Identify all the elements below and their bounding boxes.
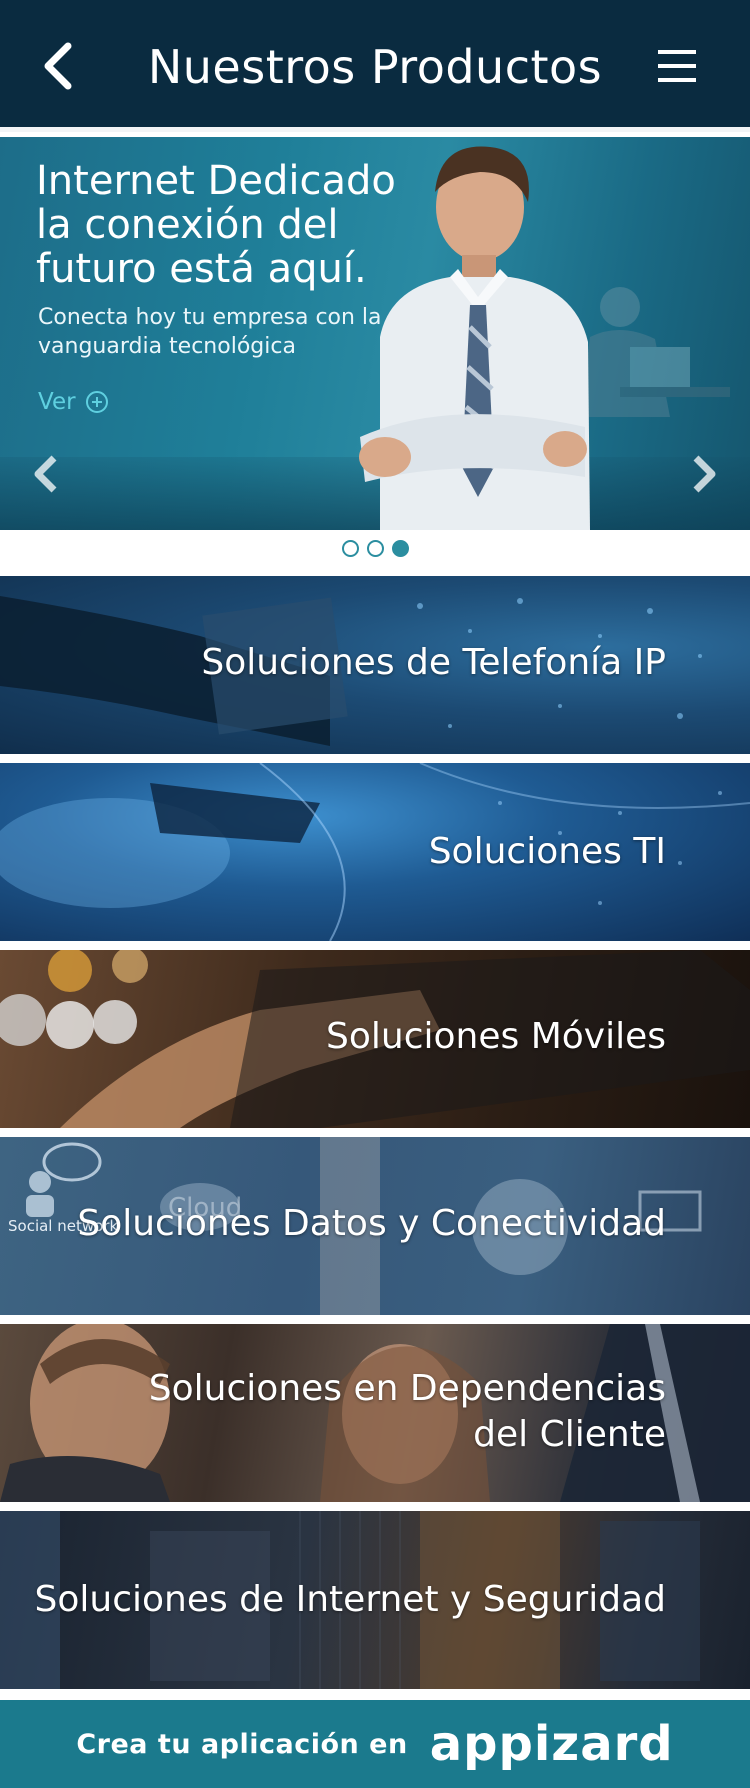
menu-button[interactable] <box>652 44 702 88</box>
appizard-logo: appizard <box>429 1716 674 1772</box>
carousel-pagination <box>0 540 750 562</box>
category-label-line1: Soluciones en Dependencias <box>148 1368 666 1409</box>
category-label: Soluciones Móviles <box>326 1016 666 1057</box>
hero-headline-line3: futuro está aquí. <box>36 246 367 292</box>
hero-subtitle-line1: Conecta hoy tu empresa con la <box>38 305 382 330</box>
hero-headline: Internet Dedicado la conexión del futuro… <box>36 159 416 291</box>
category-label-line2: del Cliente <box>473 1414 666 1455</box>
hero-headline-line1: Internet Dedicado <box>36 158 396 204</box>
hero-headline-line2: la conexión del <box>36 202 339 248</box>
appizard-promo-banner[interactable]: Crea tu aplicación en appizard <box>0 1700 750 1788</box>
category-tile-moviles[interactable]: Soluciones Móviles <box>0 950 750 1128</box>
hero-subtitle: Conecta hoy tu empresa con la vanguardia… <box>38 303 398 361</box>
carousel-prev-button[interactable] <box>28 452 64 496</box>
carousel-next-button[interactable] <box>686 452 722 496</box>
app-header: Nuestros Productos <box>0 0 750 132</box>
page-title: Nuestros Productos <box>147 40 603 94</box>
category-label: Soluciones Datos y Conectividad <box>77 1203 666 1244</box>
category-label: Soluciones de Internet y Seguridad <box>34 1579 667 1620</box>
hero-subtitle-line2: vanguardia tecnológica <box>38 334 296 359</box>
carousel-dot-1[interactable] <box>341 540 359 557</box>
chevron-left-icon <box>44 42 72 90</box>
back-button[interactable] <box>38 38 88 94</box>
hamburger-menu-icon <box>658 50 696 82</box>
hero-ver-label: Ver <box>38 389 76 415</box>
chevron-right-icon <box>693 455 716 493</box>
category-label: Soluciones TI <box>428 831 666 872</box>
carousel-dot-3[interactable] <box>391 540 409 557</box>
category-tile-internet-seguridad[interactable]: Soluciones de Internet y Seguridad <box>0 1511 750 1689</box>
hero-ver-link[interactable]: Ver <box>38 389 108 415</box>
chevron-left-icon <box>34 455 57 493</box>
promo-text: Crea tu aplicación en <box>76 1728 408 1760</box>
category-tile-dependencias-cliente[interactable]: Soluciones en Dependencias del Cliente <box>0 1324 750 1502</box>
plus-circle-icon <box>85 391 108 413</box>
category-tile-ti[interactable]: Soluciones TI <box>0 763 750 941</box>
hero-carousel[interactable]: Internet Dedicado la conexión del futuro… <box>0 137 750 530</box>
category-tile-telefonia-ip[interactable]: Soluciones de Telefonía IP <box>0 576 750 754</box>
category-tile-datos-conectividad[interactable]: Social network Cloud Soluciones Datos y … <box>0 1137 750 1315</box>
category-label: Soluciones de Telefonía IP <box>201 642 666 683</box>
carousel-dot-2[interactable] <box>366 540 384 557</box>
category-label-multiline: Soluciones en Dependencias del Cliente <box>149 1366 666 1458</box>
